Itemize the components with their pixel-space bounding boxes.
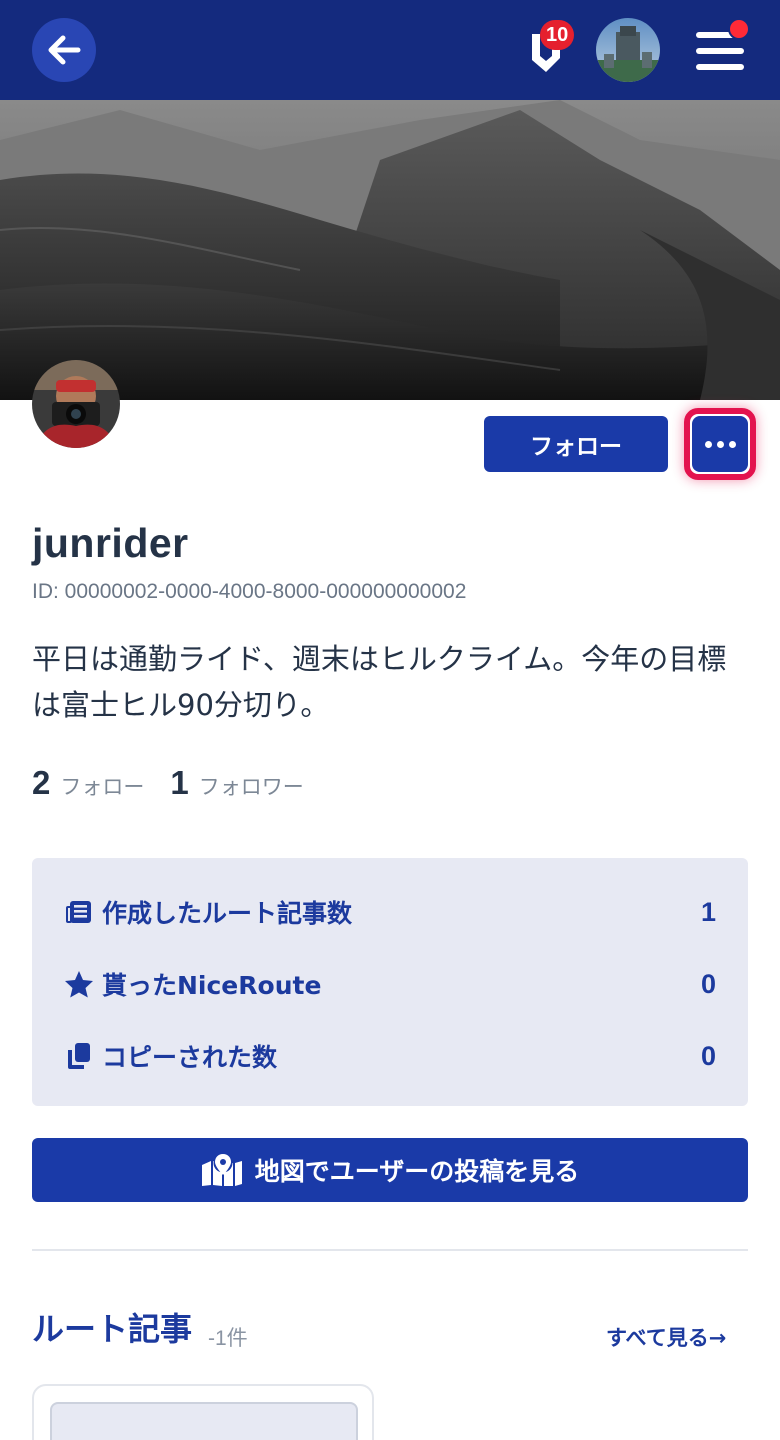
view-posts-on-map-button[interactable]: 地図でユーザーの投稿を見る [32, 1138, 748, 1202]
arrow-left-icon [48, 35, 81, 65]
username: junrider [32, 520, 189, 566]
route-article-card[interactable] [32, 1384, 374, 1440]
ellipsis-icon [704, 440, 712, 448]
stat-row-route-articles: 作成したルート記事数 1 [64, 892, 716, 932]
app-header: 10 [0, 0, 780, 100]
user-stats-panel: 作成したルート記事数 1 貰ったNiceRoute 0 コピーされた数 0 [32, 858, 748, 1106]
profile-avatar [32, 360, 120, 448]
stat-label: 作成したルート記事数 [102, 899, 353, 928]
stat-row-copied: コピーされた数 0 [64, 1036, 716, 1076]
article-icon [64, 897, 94, 927]
menu-button[interactable] [692, 18, 756, 78]
user-id: ID: 00000002-0000-4000-8000-000000000002 [32, 580, 467, 603]
stat-row-nice-route: 貰ったNiceRoute 0 [64, 964, 716, 1004]
stat-value: 0 [700, 968, 716, 999]
see-all-link[interactable]: すべて見る→ [606, 1322, 726, 1352]
map-button-label: 地図でユーザーの投稿を見る [254, 1157, 580, 1186]
follow-button[interactable]: フォロー [484, 416, 668, 472]
route-articles-heading: ルート記事 [32, 1310, 193, 1348]
star-icon [64, 969, 94, 999]
stat-value: 1 [700, 896, 716, 927]
following-count[interactable]: 2 [32, 764, 50, 802]
followers-label[interactable]: フォロワー [199, 771, 304, 801]
current-user-avatar[interactable] [596, 18, 660, 82]
avatar-image [596, 18, 660, 82]
stat-value: 0 [700, 1040, 716, 1071]
followers-count[interactable]: 1 [170, 764, 188, 802]
stat-label: コピーされた数 [102, 1043, 278, 1072]
copy-icon [64, 1041, 94, 1071]
ellipsis-dot [716, 440, 724, 448]
cover-image [0, 100, 780, 400]
follow-stats: 2 フォロー 1 フォロワー [32, 764, 304, 802]
notification-count-badge: 10 [540, 20, 575, 50]
map-pin-icon [201, 1153, 243, 1187]
stat-label: 貰ったNiceRoute [102, 971, 322, 1000]
back-button[interactable] [32, 18, 96, 82]
ellipsis-dot [728, 440, 736, 448]
section-divider [32, 1249, 748, 1251]
route-articles-count: -1件 [208, 1327, 248, 1350]
menu-unread-dot [728, 18, 750, 40]
user-bio: 平日は通勤ライド、週末はヒルクライム。今年の目標は富士ヒル90分切り。 [32, 642, 727, 722]
route-card-thumbnail [50, 1402, 358, 1440]
notifications-button[interactable]: 10 [520, 20, 576, 78]
following-label[interactable]: フォロー [60, 771, 144, 801]
more-options-button[interactable] [692, 416, 748, 472]
